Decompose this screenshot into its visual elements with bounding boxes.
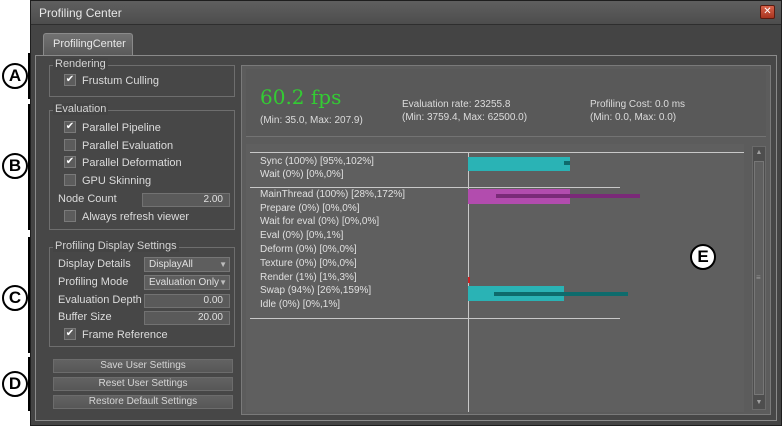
profiling-mode-row: Profiling Mode <box>58 274 128 291</box>
callout-c: C <box>2 285 28 311</box>
parallel-evaluation-label: Parallel Evaluation <box>82 140 174 152</box>
buffer-size-field[interactable]: 20.00 <box>144 311 230 325</box>
always-refresh-label: Always refresh viewer <box>82 211 189 223</box>
node-count-field[interactable]: 2.00 <box>142 193 230 207</box>
callout-b: B <box>2 153 28 179</box>
scroll-down-icon[interactable]: ▼ <box>753 397 765 409</box>
fps-range: (Min: 35.0, Max: 207.9) <box>260 115 363 126</box>
checkmark-icon[interactable]: ✔ <box>64 74 76 87</box>
parallel-pipeline-label: Parallel Pipeline <box>82 122 161 134</box>
display-details-dropdown[interactable]: DisplayAll ▼ <box>144 257 230 272</box>
evaluation-group-title: Evaluation <box>53 103 109 115</box>
graph-label-swap: Swap (94%) [26%,159%] <box>260 285 372 296</box>
checkmark-icon[interactable]: ✔ <box>64 328 76 341</box>
close-icon[interactable]: ✕ <box>760 5 775 19</box>
graph-scrollbar[interactable]: ▲ ≡ ▼ <box>752 146 766 410</box>
graph-label-render: Render (1%) [1%,3%] <box>260 272 357 283</box>
timing-graph: Sync (100%) [95%,102%] Wait (0%) [0%,0%]… <box>246 144 744 412</box>
fps-readout: 60.2 fps <box>260 85 342 109</box>
rendering-group-title: Rendering <box>53 58 108 70</box>
save-user-settings-button[interactable]: Save User Settings <box>53 359 233 373</box>
always-refresh-checkbox[interactable]: Always refresh viewer <box>64 209 189 226</box>
parallel-deformation-checkbox[interactable]: ✔ Parallel Deformation <box>64 155 182 172</box>
profiling-mode-label: Profiling Mode <box>58 276 129 288</box>
parallel-deformation-label: Parallel Deformation <box>82 157 182 169</box>
graph-bottom-divider <box>250 318 620 319</box>
display-details-value: DisplayAll <box>149 259 193 270</box>
title-bar[interactable]: Profiling Center ✕ <box>31 1 781 25</box>
gpu-skinning-checkbox[interactable]: GPU Skinning <box>64 173 151 190</box>
display-details-label: Display Details <box>58 258 131 270</box>
profiling-center-window: Profiling Center ✕ ProfilingCenter Rende… <box>30 0 782 426</box>
frustum-culling-label: Frustum Culling <box>82 75 160 87</box>
profiling-cost-range: (Min: 0.0, Max: 0.0) <box>590 112 677 123</box>
graph-label-eval: Eval (0%) [0%,1%] <box>260 230 344 241</box>
tab-profiling-center[interactable]: ProfilingCenter <box>43 33 133 55</box>
frame-reference-label: Frame Reference <box>82 329 168 341</box>
graph-label-mainthread: MainThread (100%) [28%,172%] <box>260 189 406 200</box>
node-count-row: Node Count <box>58 191 117 208</box>
rendering-group: Rendering ✔ Frustum Culling <box>49 58 235 97</box>
sync-range-bar <box>564 161 570 165</box>
evaluation-depth-row: Evaluation Depth <box>58 292 142 309</box>
buffer-size-label: Buffer Size <box>58 311 112 323</box>
chevron-down-icon: ▼ <box>219 260 227 269</box>
frame-reference-checkbox[interactable]: ✔ Frame Reference <box>64 327 168 344</box>
window-title: Profiling Center <box>39 6 122 20</box>
reset-user-settings-button[interactable]: Reset User Settings <box>53 377 233 391</box>
scroll-up-icon[interactable]: ▲ <box>753 147 765 159</box>
graph-top-divider <box>250 152 744 153</box>
graph-label-wait: Wait (0%) [0%,0%] <box>260 169 344 180</box>
profiling-display-settings-group: Profiling Display Settings Display Detai… <box>49 240 235 347</box>
evaluation-depth-label: Evaluation Depth <box>58 294 142 306</box>
profiling-mode-value: Evaluation Only <box>149 277 220 288</box>
restore-default-settings-button[interactable]: Restore Default Settings <box>53 395 233 409</box>
graph-label-texture: Texture (0%) [0%,0%] <box>260 258 357 269</box>
display-details-row: Display Details <box>58 256 131 273</box>
graph-label-deform: Deform (0%) [0%,0%] <box>260 244 357 255</box>
graph-label-sync: Sync (100%) [95%,102%] <box>260 156 374 167</box>
empty-checkbox-icon[interactable] <box>64 210 76 223</box>
chevron-down-icon: ▼ <box>219 278 227 287</box>
swap-range-bar <box>494 292 628 296</box>
callout-d: D <box>2 371 28 397</box>
frustum-culling-checkbox[interactable]: ✔ Frustum Culling <box>64 73 159 90</box>
checkmark-icon[interactable]: ✔ <box>64 121 76 134</box>
evaluation-group: Evaluation ✔ Parallel Pipeline Parallel E… <box>49 103 235 230</box>
evaluation-rate-range: (Min: 3759.4, Max: 62500.0) <box>402 112 528 123</box>
parallel-pipeline-checkbox[interactable]: ✔ Parallel Pipeline <box>64 120 161 137</box>
evaluation-rate: Evaluation rate: 23255.8 <box>402 99 511 110</box>
callout-e: E <box>690 244 716 270</box>
node-count-label: Node Count <box>58 193 117 205</box>
empty-checkbox-icon[interactable] <box>64 174 76 187</box>
graph-label-idle: Idle (0%) [0%,1%] <box>260 299 341 310</box>
scroll-thumb[interactable]: ≡ <box>754 161 764 395</box>
graph-middle-divider <box>250 187 620 188</box>
buffer-size-row: Buffer Size <box>58 309 112 326</box>
parallel-evaluation-checkbox[interactable]: Parallel Evaluation <box>64 138 173 155</box>
sync-bar <box>468 157 570 171</box>
profiling-view: 60.2 fps (Min: 35.0, Max: 207.9) Evaluat… <box>241 65 771 415</box>
stats-panel: 60.2 fps (Min: 35.0, Max: 207.9) Evaluat… <box>246 69 766 137</box>
display-settings-title: Profiling Display Settings <box>53 240 179 252</box>
checkmark-icon[interactable]: ✔ <box>64 156 76 169</box>
profiling-cost: Profiling Cost: 0.0 ms <box>590 99 686 110</box>
evaluation-depth-field[interactable]: 0.00 <box>144 294 230 308</box>
callout-a: A <box>2 63 28 89</box>
profiling-mode-dropdown[interactable]: Evaluation Only ▼ <box>144 275 230 290</box>
render-bar <box>468 277 470 283</box>
mainthread-range-bar <box>496 194 640 198</box>
graph-label-wait-for-eval: Wait for eval (0%) [0%,0%] <box>260 216 380 227</box>
graph-label-prepare: Prepare (0%) [0%,0%] <box>260 203 360 214</box>
grip-icon: ≡ <box>756 273 761 282</box>
gpu-skinning-label: GPU Skinning <box>82 175 152 187</box>
empty-checkbox-icon[interactable] <box>64 139 76 152</box>
